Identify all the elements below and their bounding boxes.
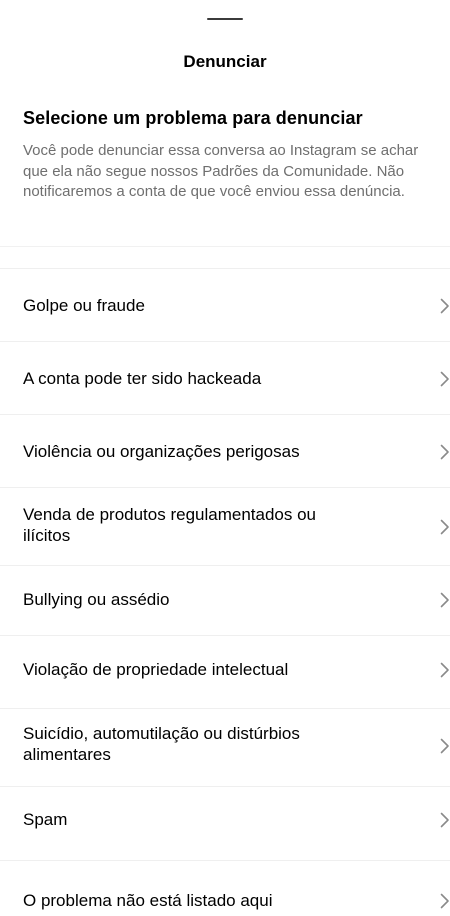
report-option-label: Golpe ou fraude [23, 296, 145, 315]
report-option-label: Venda de produtos regulamentados ou ilíc… [23, 505, 317, 545]
report-option-label: A conta pode ter sido hackeada [23, 369, 262, 388]
chevron-right-icon [440, 592, 450, 608]
chevron-right-icon [440, 519, 450, 535]
chevron-right-icon [440, 893, 450, 909]
report-option-golpe[interactable]: Golpe ou fraude [0, 268, 450, 341]
report-heading: Selecione um problema para denunciar [23, 108, 363, 128]
report-option-intellectual-property[interactable]: Violação de propriedade intelectual [0, 635, 450, 708]
chevron-right-icon [440, 298, 450, 314]
sheet-grabber-handle[interactable] [207, 18, 243, 20]
chevron-right-icon [440, 812, 450, 828]
report-sheet: Denunciar Selecione um problema para den… [0, 0, 450, 916]
report-option-label: Suicídio, automutilação ou distúrbios al… [23, 724, 300, 764]
report-option-regulated-goods[interactable]: Venda de produtos regulamentados ou ilíc… [0, 487, 450, 565]
chevron-right-icon [440, 738, 450, 754]
report-option-spam[interactable]: Spam [0, 786, 450, 860]
report-option-suicide-self-harm[interactable]: Suicídio, automutilação ou distúrbios al… [0, 708, 450, 786]
chevron-right-icon [440, 371, 450, 387]
chevron-right-icon [440, 662, 450, 678]
section-divider [0, 246, 450, 247]
report-option-hacked[interactable]: A conta pode ter sido hackeada [0, 341, 450, 414]
report-option-label: Violação de propriedade intelectual [23, 660, 289, 679]
report-option-violence[interactable]: Violência ou organizações perigosas [0, 414, 450, 487]
report-option-label: Spam [23, 810, 68, 829]
report-option-not-listed[interactable]: O problema não está listado aqui [0, 860, 450, 916]
report-option-label: Violência ou organizações perigosas [23, 442, 300, 461]
sheet-title: Denunciar [183, 52, 267, 71]
report-description: Você pode denunciar essa conversa ao Ins… [23, 142, 419, 200]
report-option-label: O problema não está listado aqui [23, 891, 273, 910]
chevron-right-icon [440, 444, 450, 460]
report-option-label: Bullying ou assédio [23, 590, 170, 609]
report-option-bullying[interactable]: Bullying ou assédio [0, 565, 450, 635]
